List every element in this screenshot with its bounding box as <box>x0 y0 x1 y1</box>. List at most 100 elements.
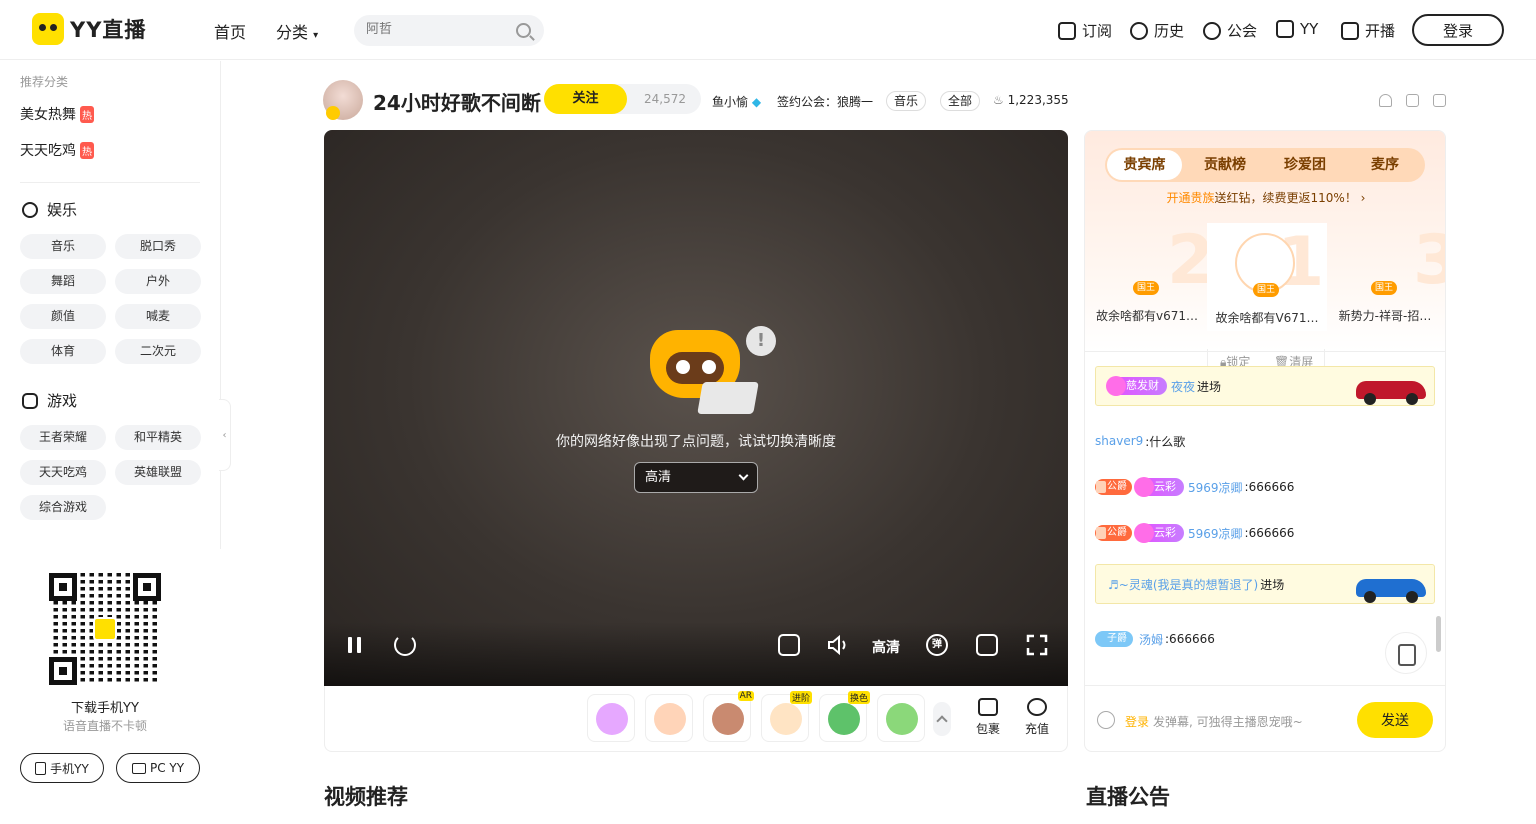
guild-badge: 公爵 <box>1095 479 1132 495</box>
chat-input[interactable]: 发弹幕, 可独得主播恩宠哦~ <box>1153 713 1303 730</box>
side-panel: 贵宾席 贡献榜 珍爱团 麦序 开通贵族送红钻，续费更返110%！ › 2 国王 故余… <box>1084 130 1446 752</box>
chat-user-name[interactable]: 夜夜 <box>1171 378 1195 395</box>
vip-badge: 云彩 <box>1134 523 1184 543</box>
recharge-button[interactable]: 充值 <box>1022 698 1052 737</box>
host-avatar[interactable] <box>323 80 363 120</box>
gift-icon <box>596 703 628 735</box>
bag-button[interactable]: 包裹 <box>973 698 1003 737</box>
game-lol[interactable]: 英雄联盟 <box>115 460 201 485</box>
cat-outdoor[interactable]: 户外 <box>115 269 201 294</box>
bag-icon <box>978 698 998 716</box>
tool-guild[interactable]: 公会 <box>1203 20 1257 41</box>
game-pubg[interactable]: 天天吃鸡 <box>20 460 106 485</box>
heat-value: 1,223,355 <box>1007 93 1069 107</box>
player-controls: 高清 弹 <box>324 622 1068 686</box>
gift-item[interactable]: AR <box>703 691 754 742</box>
gift-tag: 进阶 <box>789 691 812 704</box>
danmu-toggle-icon[interactable]: 弹 <box>926 634 948 656</box>
tool-subscribe[interactable]: 订阅 <box>1058 20 1112 41</box>
rank-slot-2[interactable]: 2 国王 故余啥都有v671… <box>1087 221 1214 329</box>
noble-promo[interactable]: 开通贵族送红钻，续费更返110%！ › <box>1085 189 1445 206</box>
login-button[interactable]: 登录 <box>1412 14 1504 46</box>
emoji-icon[interactable] <box>1097 711 1115 729</box>
search-box <box>354 15 544 46</box>
tag-music[interactable]: 音乐 <box>886 91 927 111</box>
chat-user-name[interactable]: 5969凉卿 <box>1188 525 1243 542</box>
guild-info[interactable]: 签约公会：狼腾一 <box>777 93 873 110</box>
chat-text: 进场 <box>1197 379 1222 394</box>
chat-scrollbar[interactable] <box>1436 616 1441 652</box>
chat-user-name[interactable]: ♬~灵魂(我是真的想暂退了) <box>1108 576 1258 593</box>
quality-select[interactable]: 高清 <box>634 462 758 493</box>
tab-vip-seats[interactable]: 贵宾席 <box>1107 150 1182 180</box>
edit-danmu-icon[interactable] <box>778 634 800 656</box>
chat-user-name[interactable]: 汤姆 <box>1139 631 1163 648</box>
game-general[interactable]: 综合游戏 <box>20 495 106 520</box>
tool-yy[interactable]: YY <box>1276 20 1318 38</box>
sidebar-collapse-handle[interactable]: ‹ <box>219 399 231 471</box>
qr-corner <box>49 573 77 601</box>
chat-user-name[interactable]: 5969凉卿 <box>1188 479 1243 496</box>
gift-item[interactable] <box>877 694 925 742</box>
follow-button[interactable]: 关注 <box>544 84 627 114</box>
gift-item[interactable]: 进阶 <box>761 691 812 742</box>
tool-golive[interactable]: 开播 <box>1341 20 1395 41</box>
send-button[interactable]: 发送 <box>1357 702 1433 738</box>
search-icon[interactable] <box>516 23 531 38</box>
download-pc-label: PC YY <box>149 761 185 775</box>
cat-acg[interactable]: 二次元 <box>115 339 201 364</box>
refresh-icon[interactable] <box>394 634 416 656</box>
download-mobile-button[interactable]: 手机YY <box>20 753 104 783</box>
game-honor[interactable]: 王者荣耀 <box>20 425 106 450</box>
chat-login-link[interactable]: 登录 <box>1125 713 1149 730</box>
gift-item[interactable] <box>645 694 693 742</box>
sidebar-hot-pubg[interactable]: 天天吃鸡热 <box>20 140 94 160</box>
crown-badge: 国王 <box>1133 281 1159 295</box>
sidebar: 推荐分类 美女热舞热 天天吃鸡热 娱乐 音乐 脱口秀 舞蹈 户外 颜值 喊麦 体… <box>0 61 221 824</box>
download-pc-button[interactable]: PC YY <box>116 753 200 783</box>
nav-category[interactable]: 分类 ▾ <box>276 19 318 43</box>
mobile-view-icon[interactable] <box>1433 94 1446 107</box>
volume-icon[interactable] <box>827 634 849 656</box>
tool-guild-label: 公会 <box>1227 22 1258 40</box>
exclamation-bubble-icon: ! <box>746 326 776 356</box>
yy-logo[interactable]: YY直播 <box>32 13 146 45</box>
pip-icon[interactable] <box>976 634 998 656</box>
cat-talkshow[interactable]: 脱口秀 <box>115 234 201 259</box>
report-icon[interactable] <box>1379 94 1392 107</box>
tab-fan-club[interactable]: 珍爱团 <box>1265 148 1345 182</box>
tool-history[interactable]: 历史 <box>1130 20 1184 41</box>
tag-all[interactable]: 全部 <box>940 91 981 111</box>
game-peace[interactable]: 和平精英 <box>115 425 201 450</box>
quality-switch[interactable]: 高清 <box>872 637 900 657</box>
share-icon[interactable] <box>1406 94 1419 107</box>
gift-item[interactable] <box>587 694 635 742</box>
tab-contribution[interactable]: 贡献榜 <box>1185 148 1265 182</box>
cat-music[interactable]: 音乐 <box>20 234 106 259</box>
cat-dance[interactable]: 舞蹈 <box>20 269 106 294</box>
pause-icon[interactable] <box>344 634 366 656</box>
rank-slot-3[interactable]: 3 国王新势力-祥哥-招… <box>1325 221 1445 329</box>
cat-shout[interactable]: 喊麦 <box>115 304 201 329</box>
crown-badge: 国王 <box>1253 283 1279 297</box>
fullscreen-icon[interactable] <box>1026 634 1048 656</box>
cat-looks[interactable]: 颜值 <box>20 304 106 329</box>
chat-settings-icon[interactable] <box>1385 632 1427 674</box>
chat-text: :666666 <box>1244 480 1295 494</box>
search-input[interactable] <box>366 22 506 37</box>
chat-user-name[interactable]: shaver9 <box>1095 434 1143 448</box>
network-error-text: 你的网络好像出现了点问题，试试切换清晰度 <box>556 434 836 450</box>
nav-category-label: 分类 <box>276 23 309 42</box>
host-name[interactable]: 鱼小愉 ◆ <box>712 93 761 110</box>
tab-mic-queue[interactable]: 麦序 <box>1345 148 1425 182</box>
gift-item[interactable]: 换色 <box>819 691 870 742</box>
cat-sports[interactable]: 体育 <box>20 339 106 364</box>
sidebar-hot-dance[interactable]: 美女热舞热 <box>20 104 94 124</box>
rank-slot-1[interactable]: 1 国王 故余啥都有V671… <box>1207 223 1327 331</box>
video-player[interactable]: ! 你的网络好像出现了点问题，试试切换清晰度 高清 高清 弹 <box>324 130 1068 686</box>
expand-gifts-icon[interactable] <box>933 702 951 736</box>
car-wheel <box>1364 393 1376 405</box>
entertainment-heading: 娱乐 <box>22 199 77 220</box>
qr-title: 下载手机YY <box>71 701 139 716</box>
nav-home[interactable]: 首页 <box>214 19 246 43</box>
